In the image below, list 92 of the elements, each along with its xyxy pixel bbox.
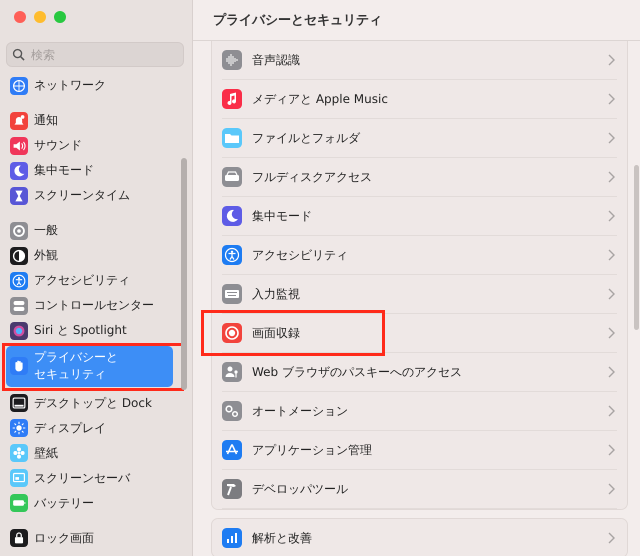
moon-icon (222, 206, 242, 226)
sidebar-item[interactable]: デスクトップと Dock (6, 390, 176, 416)
chevron-icon (608, 132, 615, 144)
chevron-icon (608, 93, 615, 105)
sun-icon (10, 419, 28, 438)
sidebar-item[interactable]: 集中モード (6, 158, 176, 183)
sidebar-item[interactable]: サウンド (6, 133, 176, 158)
row-label: アクセシビリティ (252, 246, 348, 264)
chevron-icon (608, 483, 615, 495)
sidebar-item[interactable]: スクリーンセーバ (6, 466, 176, 491)
moon-icon (10, 162, 28, 180)
drive-icon (222, 167, 242, 187)
chevron-icon (608, 405, 615, 417)
sidebar-item[interactable]: ディスプレイ (6, 416, 176, 441)
chart-icon (222, 528, 242, 548)
row-label: 画面収録 (252, 324, 300, 342)
chevron-icon (608, 288, 615, 300)
chevron-icon (608, 366, 615, 378)
sidebar-item[interactable]: ネットワーク (6, 73, 176, 98)
settings-row[interactable]: オートメーション (222, 392, 617, 431)
scrollbar[interactable] (181, 158, 187, 390)
row-label: 入力監視 (252, 286, 300, 302)
accessibility-icon (10, 272, 28, 290)
settings-row[interactable]: 音声認識 (222, 41, 617, 80)
sidebar-item[interactable]: ロック画面 (6, 526, 176, 551)
settings-row[interactable]: メディアと Apple Music (222, 80, 617, 119)
sidebar-item[interactable]: 一般 (6, 218, 176, 243)
chevron-icon (608, 532, 615, 544)
record-icon (222, 323, 242, 343)
sidebar-item[interactable]: Siri と Spotlight (6, 318, 176, 343)
close-button[interactable] (14, 11, 26, 23)
chevron-icon (608, 54, 615, 66)
flower-icon (10, 444, 28, 462)
row-label: Web ブラウザのパスキーへのアクセス (252, 364, 462, 380)
hand-icon (10, 357, 28, 376)
settings-row[interactable]: デベロッパツール (222, 470, 617, 509)
settings-row[interactable]: フルディスクアクセス (222, 158, 617, 197)
gear-icon (10, 222, 28, 240)
row-label: 集中モード (252, 208, 312, 224)
toggles-icon (10, 296, 28, 314)
sidebar-item[interactable]: 外観 (6, 243, 176, 268)
settings-row[interactable]: Web ブラウザのパスキーへのアクセス (222, 353, 617, 392)
chevron-icon (608, 210, 615, 222)
person-key-icon (222, 362, 242, 382)
window-title: プライバシーとセキュリティ (213, 12, 382, 29)
speaker-icon (10, 136, 28, 154)
settings-row[interactable]: 入力監視 (222, 275, 617, 314)
row-label: 解析と改善 (252, 530, 312, 546)
hammer-icon (222, 479, 242, 499)
screen-icon (10, 469, 28, 488)
accessibility-icon (222, 245, 242, 265)
keyboard-icon (222, 284, 242, 304)
row-label: フルディスクアクセス (252, 168, 372, 186)
settings-row[interactable]: アプリケーション管理 (222, 431, 617, 470)
hourglass-icon (10, 186, 28, 204)
row-label: アプリケーション管理 (252, 442, 372, 458)
orb-icon (10, 322, 28, 340)
waveform-icon (222, 50, 242, 70)
zoom-button[interactable] (54, 11, 66, 23)
sidebar-item[interactable]: 通知 (6, 108, 176, 133)
contrast-icon (10, 246, 28, 264)
minimize-button[interactable] (34, 11, 46, 23)
settings-row[interactable]: 集中モード (222, 197, 617, 236)
music-note-icon (222, 89, 242, 109)
settings-row[interactable]: 画面収録 (222, 314, 617, 353)
chevron-icon (608, 171, 615, 183)
sidebar-item[interactable]: コントロールセンター (6, 293, 176, 318)
globe-icon (10, 76, 28, 94)
settings-row[interactable]: アクセシビリティ (222, 236, 617, 275)
row-label: ファイルとフォルダ (252, 130, 360, 146)
settings-row[interactable]: ファイルとフォルダ (222, 119, 617, 158)
chevron-icon (608, 327, 615, 339)
row-label: 音声認識 (252, 52, 300, 68)
chevron-icon (608, 249, 615, 261)
sidebar-item[interactable]: スクリーンタイム (6, 183, 176, 208)
lock-icon (10, 529, 28, 548)
row-label: デベロッパツール (252, 480, 348, 498)
sidebar-item[interactable]: 壁紙 (6, 440, 176, 466)
row-label: オートメーション (252, 402, 348, 420)
gears-icon (222, 401, 242, 421)
row-label: メディアと Apple Music (252, 90, 388, 108)
sidebar-item[interactable]: アクセシビリティ (6, 268, 176, 293)
battery-icon (10, 494, 28, 512)
sidebar-item[interactable]: バッテリー (6, 490, 176, 516)
scrollbar[interactable] (634, 165, 639, 330)
dock-icon (10, 394, 28, 412)
app-store-icon (222, 440, 242, 460)
settings-row[interactable]: 解析と改善 (222, 519, 617, 556)
search-field[interactable]: 検索 (6, 42, 184, 67)
bell-icon (10, 112, 28, 130)
chevron-icon (608, 444, 615, 456)
folder-icon (222, 128, 242, 148)
